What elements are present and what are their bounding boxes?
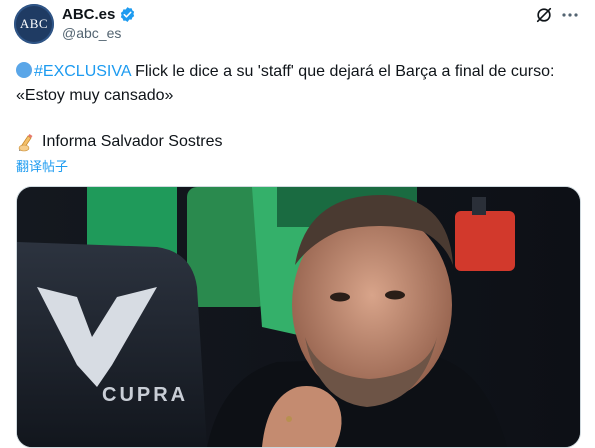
author-handle[interactable]: @abc_es	[62, 25, 121, 41]
tweet-photo[interactable]: CUPRA	[16, 186, 581, 448]
blue-circle-icon	[16, 62, 32, 78]
byline-text: Informa Salvador Sostres	[42, 133, 223, 150]
verified-badge-icon	[121, 7, 135, 22]
avatar[interactable]: ABC	[14, 4, 54, 44]
grok-icon[interactable]	[535, 6, 553, 24]
tweet-card[interactable]: ABC ABC.es @abc_es #EXCLUSIVA Flick le d…	[0, 0, 595, 448]
byline: Informa Salvador Sostres	[16, 130, 223, 154]
seat-brand-text: CUPRA	[102, 384, 188, 406]
writing-hand-icon	[18, 134, 33, 152]
translate-post-link[interactable]: 翻译帖子	[16, 156, 68, 175]
tweet-text: #EXCLUSIVA Flick le dice a su 'staff' qu…	[16, 60, 576, 108]
avatar-text: ABC	[19, 16, 49, 31]
author-name[interactable]: ABC.es	[62, 6, 115, 23]
hashtag-link[interactable]: #EXCLUSIVA	[34, 63, 131, 80]
more-icon[interactable]	[560, 6, 580, 24]
author-name-row[interactable]: ABC.es	[62, 6, 136, 23]
photo-scene: CUPRA	[17, 187, 580, 447]
